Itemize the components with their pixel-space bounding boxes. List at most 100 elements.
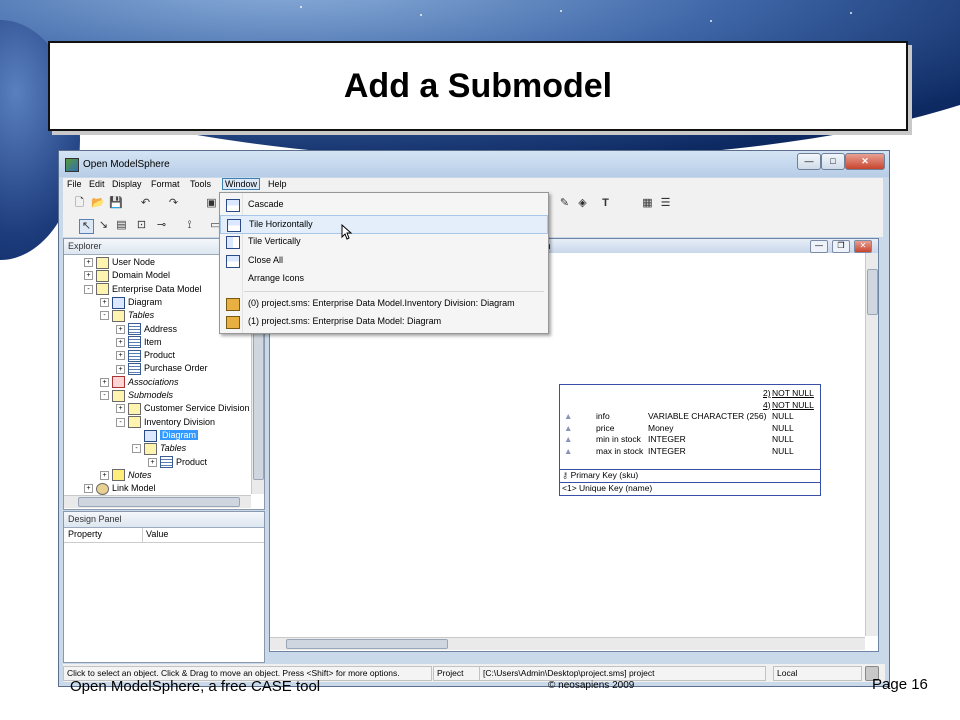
tree-item[interactable]: + Product [148,456,207,469]
diagram-horizontal-scrollbar[interactable] [270,637,865,650]
tree-item-label: Item [144,336,162,347]
menu-separator [244,291,544,292]
collapse-icon[interactable]: - [132,444,141,454]
expand-icon[interactable]: + [100,298,109,308]
pencil-dropdown-icon[interactable]: ✎ [558,197,571,210]
tree-item[interactable]: Diagram [132,429,199,442]
menu-item-close-all[interactable]: Close All [220,252,546,269]
property-column-header[interactable]: Property [68,529,102,539]
fill-color-icon[interactable]: ◈ [576,197,589,210]
tree-item[interactable]: + Purchase Order [116,362,208,376]
footer-left-text: Open ModelSphere, a free CASE tool [70,678,321,695]
menu-window[interactable]: Window [222,178,261,190]
expand-icon[interactable]: + [116,351,125,361]
scroll-thumb[interactable] [867,269,878,315]
tree-item-label: Purchase Order [144,363,208,374]
tree-item[interactable]: + Customer Service Division [116,402,250,415]
table-tool-icon[interactable]: ▤ [115,219,128,232]
menu-help[interactable]: Help [266,179,289,189]
tree-item[interactable]: + User Node [84,256,155,269]
view-tool-icon[interactable]: ⊡ [135,219,148,232]
star-decoration [560,10,562,12]
tree-item-label: Product [144,350,176,361]
tree-item[interactable]: + Item [116,336,162,349]
scroll-thumb[interactable] [78,497,240,507]
tree-item[interactable]: - Tables [132,442,186,455]
menu-tools[interactable]: Tools [188,179,213,189]
primary-key-row[interactable]: ⚷ Primary Key (sku) [562,470,638,481]
column-nullability: NULL [772,422,794,433]
explorer-horizontal-scrollbar[interactable] [64,495,251,508]
scroll-thumb[interactable] [286,639,448,649]
expand-icon[interactable]: + [84,484,93,494]
link-tool-icon[interactable]: ⟟ [183,219,196,232]
tree-item-label: Submodels [128,390,174,400]
collapse-icon[interactable]: - [116,417,125,427]
tree-item[interactable]: - Inventory Division [116,416,215,429]
tree-item-label: Domain Model [112,270,171,281]
select-arrow-icon[interactable]: ↖ [79,219,94,234]
multi-select-icon[interactable]: ↘ [97,219,110,232]
folder-icon [112,309,125,322]
tree-item-label: Notes [128,469,152,480]
expand-icon[interactable]: + [100,470,109,480]
collapse-icon[interactable]: - [100,311,109,321]
tree-item-label: Tables [160,443,187,454]
collapse-icon[interactable]: - [100,391,109,401]
menu-item-arrange-icons[interactable]: Arrange Icons [220,270,546,287]
menu-item-cascade[interactable]: Cascade [220,196,546,213]
list-view-icon[interactable]: ☰ [659,197,672,210]
association-tool-icon[interactable]: ⊸ [155,219,168,232]
tree-item[interactable]: + Product [116,349,175,362]
expand-icon[interactable]: + [84,258,93,268]
minimize-button[interactable]: — [797,153,821,170]
grid-icon[interactable]: ▦ [641,197,654,210]
tree-item[interactable]: + Diagram [100,296,162,309]
tree-item[interactable]: + Associations [100,376,179,389]
menu-file[interactable]: File [65,179,84,189]
unique-key-row[interactable]: <1> Unique Key (name) [562,483,652,494]
menu-item-tile-horizontally[interactable]: Tile Horizontally [220,214,548,234]
diagram-vertical-scrollbar[interactable] [865,253,878,636]
app-titlebar[interactable]: Open ModelSphere — □ ✕ [59,151,889,177]
expand-icon[interactable]: + [116,364,125,374]
tree-item[interactable]: - Enterprise Data Model [84,283,202,296]
mouse-cursor-icon [341,224,353,240]
menu-item-tile-vertically[interactable]: Tile Vertically [220,233,546,250]
collapse-icon[interactable]: - [84,284,93,294]
menu-item-recent-window[interactable]: (1) project.sms: Enterprise Data Model: … [220,313,546,330]
expand-icon[interactable]: + [84,271,93,281]
redo-icon[interactable]: ↷ [167,197,180,210]
menu-edit[interactable]: Edit [87,179,107,189]
undo-icon[interactable]: ↶ [139,197,152,210]
expand-icon[interactable]: + [148,457,157,467]
expand-icon[interactable]: + [100,377,109,387]
tree-item[interactable]: + Address [116,323,177,336]
expand-icon[interactable]: + [116,324,125,334]
expand-icon[interactable]: + [116,337,125,347]
print-icon[interactable]: ▣ [205,197,218,210]
text-format-icon[interactable]: T [599,197,612,210]
diagram-close-button[interactable]: ✕ [854,240,872,253]
value-column-header[interactable]: Value [146,529,168,539]
tree-item[interactable]: + Link Model [84,482,156,495]
diagram-icon [144,429,157,442]
open-folder-icon[interactable]: 📂 [91,197,105,210]
new-file-icon[interactable]: 🗋 [73,197,86,210]
diagram-restore-button[interactable]: ❐ [832,240,850,253]
product-table-entity[interactable]: 2) NOT NULL 4) NOT NULL ▲ info VARIABLE CHARAC… [559,384,821,496]
tree-item[interactable]: - Submodels [100,389,173,402]
save-icon[interactable]: 💾 [109,197,123,210]
tree-item[interactable]: + Domain Model [84,269,170,282]
menu-item-recent-window[interactable]: (0) project.sms: Enterprise Data Model.I… [220,295,546,312]
close-button[interactable]: ✕ [845,153,885,170]
column-divider [142,528,143,542]
column-type-icon: ▲ [564,434,573,444]
maximize-button[interactable]: □ [821,153,845,170]
tree-item[interactable]: + Notes [100,469,152,482]
diagram-minimize-button[interactable]: — [810,240,828,253]
expand-icon[interactable]: + [116,404,125,414]
menu-format[interactable]: Format [149,179,182,189]
menu-display[interactable]: Display [110,179,144,189]
tree-item[interactable]: - Tables [100,309,154,322]
